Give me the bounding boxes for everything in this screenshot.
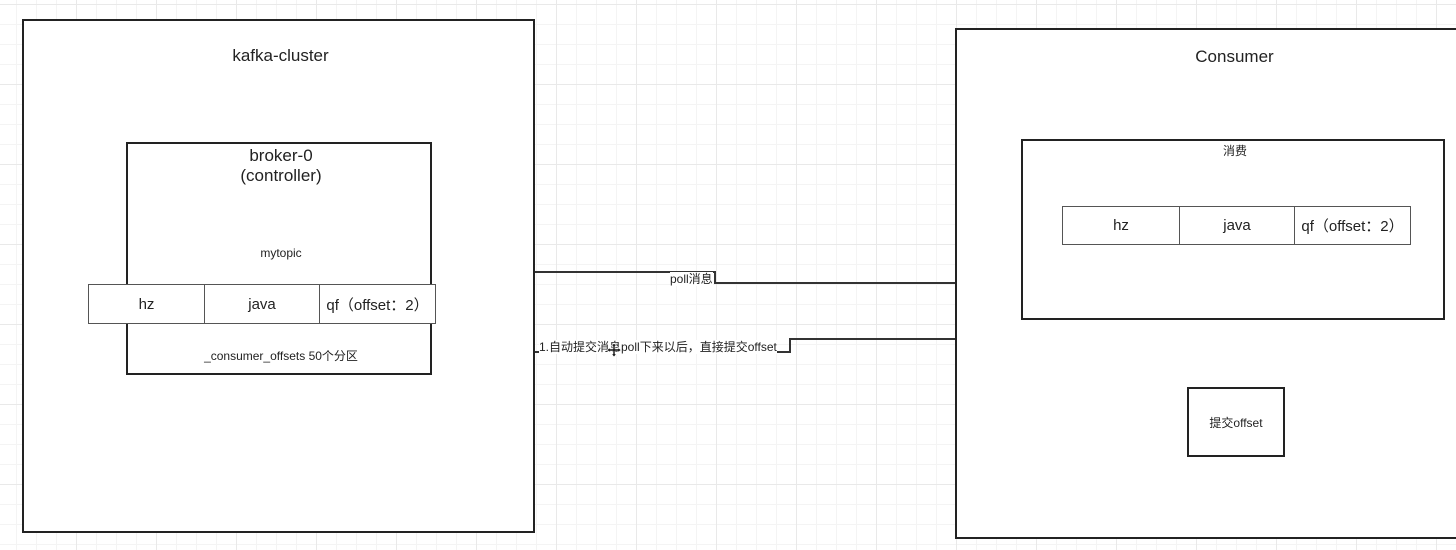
consumer-partition-hz[interactable]: hz: [1062, 206, 1180, 245]
broker-role: (controller): [240, 166, 322, 185]
commit-offset-label: 提交offset: [1209, 415, 1263, 430]
broker-partition-hz[interactable]: hz: [88, 284, 205, 324]
consumer-partition-java[interactable]: java: [1179, 206, 1295, 245]
topic-label: mytopic: [260, 246, 302, 260]
poll-edge-label: poll消息: [670, 272, 713, 286]
consumer-title: Consumer: [1195, 47, 1274, 66]
broker-partition-java[interactable]: java: [204, 284, 320, 324]
broker-box[interactable]: broker-0 (controller) mytopic _consumer_…: [126, 142, 432, 375]
broker-name: broker-0: [249, 146, 313, 165]
consume-label: 消费: [1222, 144, 1247, 158]
auto-commit-edge-label: 1.自动提交消息poll下来以后，直接提交offset: [539, 340, 777, 354]
offsets-topic-label: _consumer_offsets 50个分区: [204, 349, 358, 363]
broker-partition-qf[interactable]: qf（offset：2）: [319, 284, 436, 324]
commit-offset-box[interactable]: 提交offset: [1187, 387, 1285, 457]
cluster-title: kafka-cluster: [232, 46, 329, 65]
move-cursor-icon: [607, 343, 621, 357]
consumer-partition-qf[interactable]: qf（offset：2）: [1294, 206, 1411, 245]
